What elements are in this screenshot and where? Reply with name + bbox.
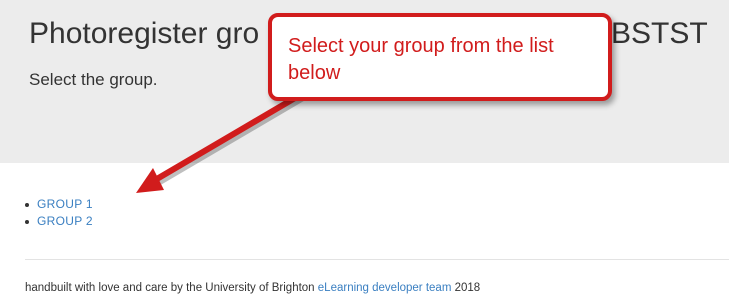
- bullet-icon: [25, 202, 29, 207]
- list-item: GROUP 2: [25, 213, 93, 230]
- developer-team-link[interactable]: eLearning developer team: [318, 282, 452, 294]
- annotation-callout: Select your group from the list below: [268, 13, 612, 101]
- callout-text: Select your group from the list below: [288, 35, 554, 84]
- page-title: Photoregister gro BSTST: [29, 14, 708, 54]
- page-subtitle: Select the group.: [29, 70, 158, 89]
- page-title-start: Photoregister gro: [29, 17, 260, 50]
- group-link-1[interactable]: GROUP 1: [37, 196, 93, 213]
- footer-divider: [25, 259, 729, 260]
- footer-year: 2018: [451, 282, 481, 294]
- footer-text: handbuilt with love and care by the Univ…: [25, 282, 318, 294]
- footer: handbuilt with love and care by the Univ…: [25, 281, 480, 295]
- page-title-end: BSTST: [611, 17, 708, 50]
- group-list: GROUP 1 GROUP 2: [25, 196, 93, 230]
- bullet-icon: [25, 219, 29, 224]
- page: Photoregister gro BSTST Select the group…: [0, 0, 729, 300]
- group-link-2[interactable]: GROUP 2: [37, 213, 93, 230]
- list-item: GROUP 1: [25, 196, 93, 213]
